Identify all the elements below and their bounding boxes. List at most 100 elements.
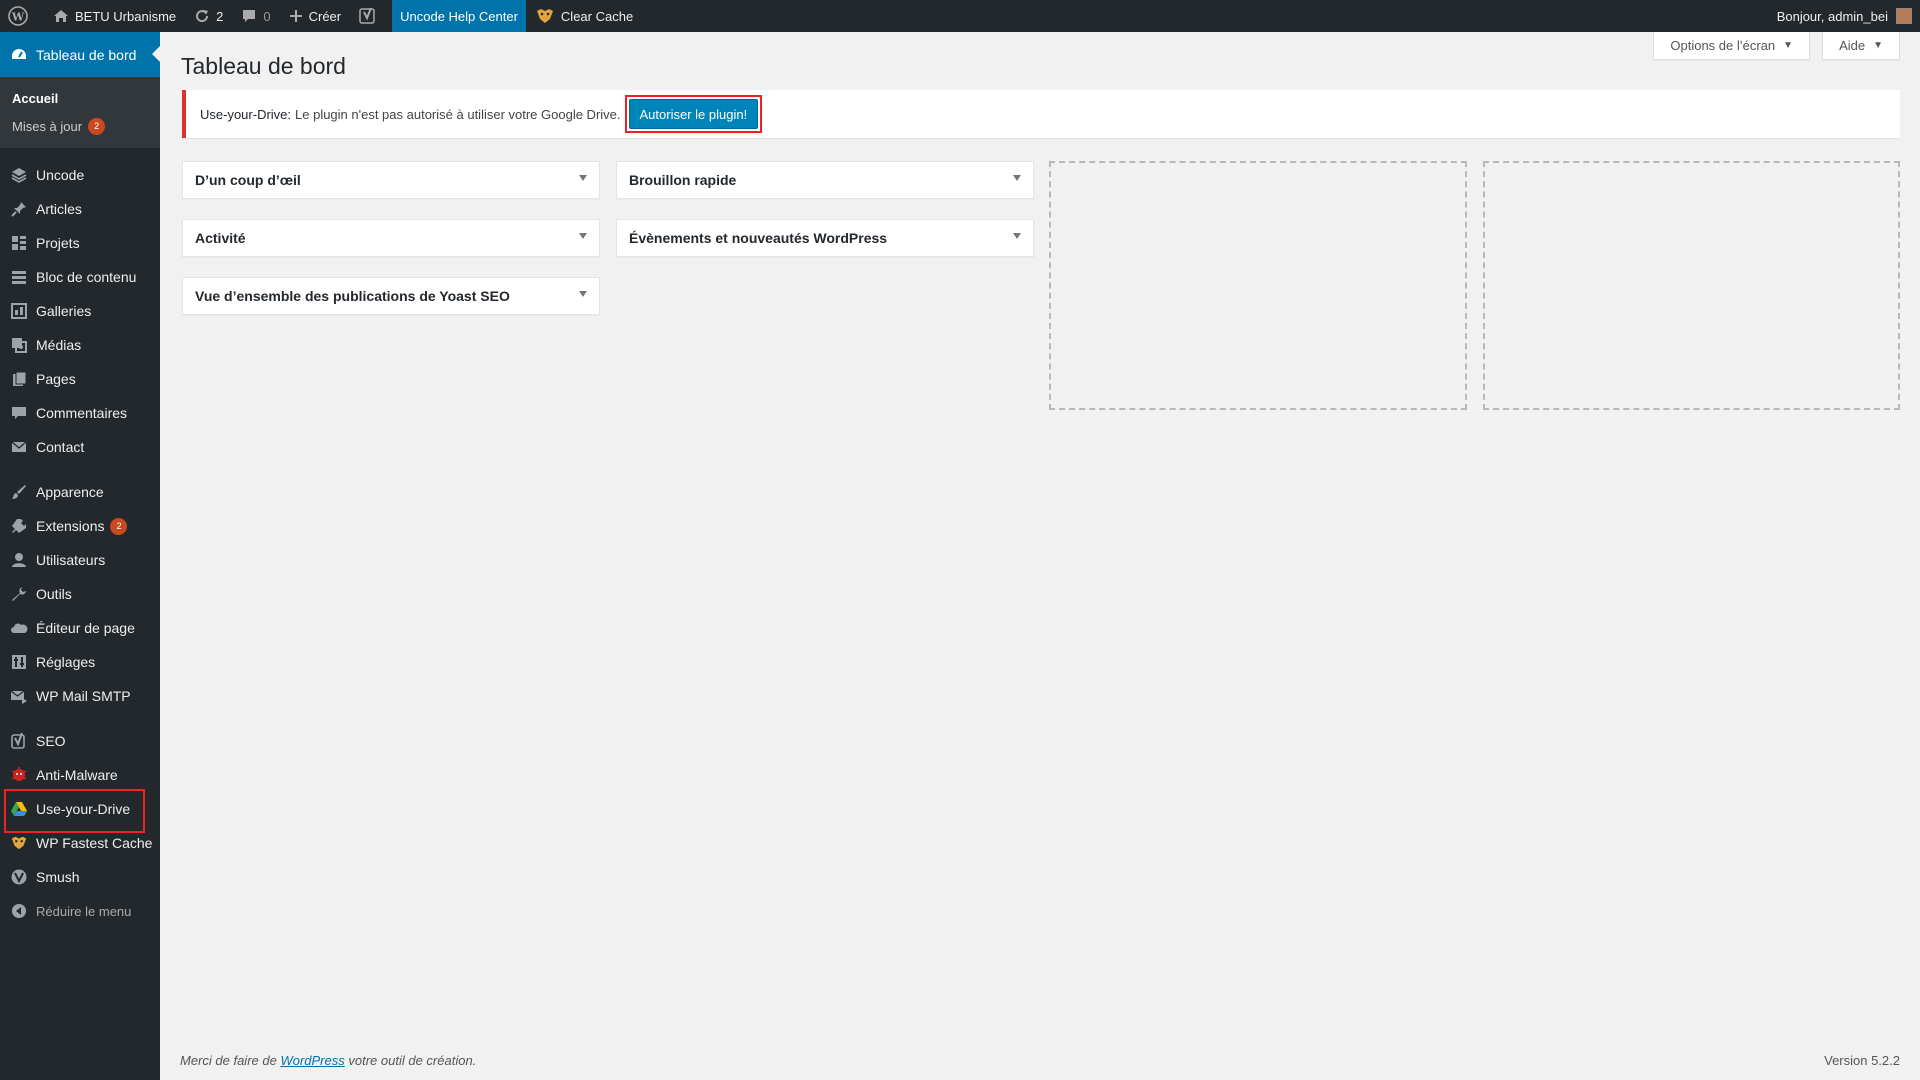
help-button[interactable]: Aide ▼ xyxy=(1822,32,1900,60)
menu-use-your-drive[interactable]: Use-your-Drive xyxy=(0,789,160,833)
greeting: Bonjour, admin_bei xyxy=(1776,8,1888,24)
collapse-label: Réduire le menu xyxy=(36,903,132,919)
menu-bloc-de-contenu[interactable]: Bloc de contenu xyxy=(0,260,160,294)
malware-icon xyxy=(10,766,28,784)
menu-label: Galleries xyxy=(36,303,92,319)
comments-link[interactable]: 0 xyxy=(232,0,279,32)
menu-uncode[interactable]: Uncode xyxy=(0,158,160,192)
menu-anti-malware[interactable]: Anti-Malware xyxy=(0,758,160,792)
smush-icon xyxy=(10,868,28,886)
menu-seo[interactable]: SEO xyxy=(0,724,160,758)
grid-icon xyxy=(10,234,28,252)
menu-wp-mail-smtp[interactable]: WP Mail SMTP xyxy=(0,679,160,713)
notice-plugin-name: Use-your-Drive: xyxy=(200,106,292,122)
help-center-label: Uncode Help Center xyxy=(400,8,518,24)
screen-options-button[interactable]: Options de l’écran ▼ xyxy=(1653,32,1811,60)
submenu-accueil[interactable]: Accueil xyxy=(0,84,160,112)
widget-title: Activité xyxy=(195,230,246,246)
wordpress-logo-icon[interactable]: W xyxy=(0,0,44,32)
updates-link[interactable]: 2 xyxy=(185,0,232,32)
menu-projets[interactable]: Projets xyxy=(0,226,160,260)
menu-label: Projets xyxy=(36,235,80,251)
page-title: Tableau de bord xyxy=(181,53,346,79)
menu-label: Anti-Malware xyxy=(36,767,118,783)
help-label: Aide xyxy=(1839,38,1866,53)
menu-commentaires[interactable]: Commentaires xyxy=(0,396,160,430)
menu-label: Pages xyxy=(36,371,76,387)
dashboard-submenu: Accueil Mises à jour 2 xyxy=(0,77,160,148)
updates-badge: 2 xyxy=(88,117,106,135)
comments-count: 0 xyxy=(263,8,271,24)
plus-icon xyxy=(289,10,302,22)
uncode-help-center-link[interactable]: Uncode Help Center xyxy=(392,0,526,32)
menu-label: WP Mail SMTP xyxy=(36,688,131,704)
menu-dashboard[interactable]: Tableau de bord xyxy=(0,32,160,77)
footer-thanks: Merci de faire de WordPress votre outil … xyxy=(180,1053,476,1068)
authorize-button-highlight: Autoriser le plugin! xyxy=(624,95,763,133)
menu-label: Réglages xyxy=(36,654,96,670)
media-icon xyxy=(10,336,28,354)
submenu-label: Mises à jour xyxy=(12,118,83,134)
menu-reglages[interactable]: Réglages xyxy=(0,645,160,679)
menu-medias[interactable]: Médias xyxy=(0,328,160,362)
toggle-arrow-icon[interactable] xyxy=(1013,175,1021,181)
layers-icon xyxy=(10,166,28,184)
menu-label: Extensions xyxy=(36,518,105,534)
menu-outils[interactable]: Outils xyxy=(0,577,160,611)
drive-icon xyxy=(10,800,28,818)
menu-separator xyxy=(0,713,160,724)
menu-articles[interactable]: Articles xyxy=(0,192,160,226)
user-icon xyxy=(10,551,28,569)
comment-icon xyxy=(10,404,28,422)
menu-label: Smush xyxy=(36,869,80,885)
collapse-menu-button[interactable]: Réduire le menu xyxy=(0,894,160,928)
menu-wp-fastest-cache[interactable]: WP Fastest Cache xyxy=(0,826,160,860)
toggle-arrow-icon[interactable] xyxy=(579,175,587,181)
menu-galleries[interactable]: Galleries xyxy=(0,294,160,328)
clear-cache-label: Clear Cache xyxy=(560,8,634,24)
menu-apparence[interactable]: Apparence xyxy=(0,475,160,509)
main-content: Options de l’écran ▼ Aide ▼ Tableau de b… xyxy=(160,32,1920,1080)
new-content-link[interactable]: Créer xyxy=(280,0,351,32)
cheetah-icon xyxy=(10,834,28,852)
brush-icon xyxy=(10,483,28,501)
toggle-arrow-icon[interactable] xyxy=(579,291,587,297)
menu-dashboard-label: Tableau de bord xyxy=(36,46,137,63)
widget-quick-draft[interactable]: Brouillon rapide xyxy=(616,161,1034,199)
widget-yoast-overview[interactable]: Vue d’ensemble des publications de Yoast… xyxy=(182,277,600,315)
menu-extensions[interactable]: Extensions 2 xyxy=(0,509,160,543)
dashboard-icon xyxy=(12,48,26,59)
site-name-link[interactable]: BETU Urbanisme xyxy=(44,0,185,32)
wordpress-link[interactable]: WordPress xyxy=(280,1053,344,1068)
widget-title: D’un coup d’œil xyxy=(195,172,301,188)
menu-pages[interactable]: Pages xyxy=(0,362,160,396)
menu-smush[interactable]: Smush xyxy=(0,860,160,894)
widget-at-a-glance[interactable]: D’un coup d’œil xyxy=(182,161,600,199)
screen-meta-links: Options de l’écran ▼ Aide ▼ xyxy=(1653,32,1900,60)
footer-text: Merci de faire de xyxy=(180,1053,277,1068)
menu-contact[interactable]: Contact xyxy=(0,430,160,464)
menu-utilisateurs[interactable]: Utilisateurs xyxy=(0,543,160,577)
empty-drop-zone[interactable] xyxy=(1483,161,1900,410)
clear-cache-link[interactable]: Clear Cache xyxy=(526,0,642,32)
widget-wordpress-events[interactable]: Évènements et nouveautés WordPress xyxy=(616,219,1034,257)
toggle-arrow-icon[interactable] xyxy=(579,233,587,239)
my-account-link[interactable]: Bonjour, admin_bei xyxy=(1768,0,1920,32)
toggle-arrow-icon[interactable] xyxy=(1013,233,1021,239)
submenu-label: Accueil xyxy=(12,90,59,106)
error-notice: Use-your-Drive: Le plugin n'est pas auto… xyxy=(182,90,1900,138)
menu-label: WP Fastest Cache xyxy=(36,835,153,851)
mail-smtp-icon xyxy=(10,687,28,705)
settings-icon xyxy=(10,653,28,671)
menu-editeur-de-page[interactable]: Éditeur de page xyxy=(0,611,160,645)
submenu-updates[interactable]: Mises à jour 2 xyxy=(0,112,160,140)
authorize-plugin-button[interactable]: Autoriser le plugin! xyxy=(628,99,759,129)
caret-down-icon: ▼ xyxy=(1783,40,1794,51)
menu-label: Commentaires xyxy=(36,405,128,421)
empty-drop-zone[interactable] xyxy=(1049,161,1467,410)
widget-activity[interactable]: Activité xyxy=(182,219,600,257)
caret-down-icon: ▼ xyxy=(1873,40,1883,51)
menu-label: Éditeur de page xyxy=(36,620,135,636)
yoast-adminbar-link[interactable] xyxy=(350,0,392,32)
widget-title: Évènements et nouveautés WordPress xyxy=(629,230,888,246)
